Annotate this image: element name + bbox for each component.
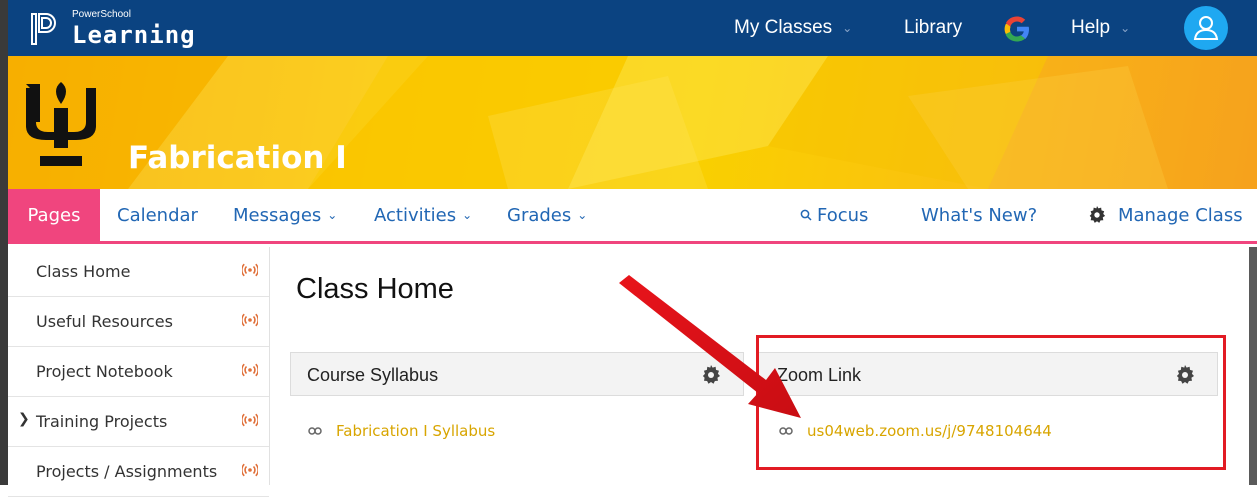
sidebar-item-class-home[interactable]: Class Home — [8, 247, 269, 297]
whats-new-link[interactable]: What's New? — [921, 189, 1037, 241]
brand-small-text: PowerSchool — [72, 9, 131, 20]
chain-link-icon — [308, 427, 322, 435]
google-icon[interactable] — [1002, 14, 1032, 44]
focus-button[interactable]: Focus — [800, 189, 868, 241]
window-edge — [0, 0, 8, 485]
tab-messages-label: Messages — [233, 204, 322, 226]
class-title: Fabrication I — [128, 140, 347, 176]
rss-icon[interactable] — [242, 262, 258, 278]
sidebar-item-project-notebook[interactable]: Project Notebook — [8, 347, 269, 397]
gear-icon — [1089, 206, 1106, 223]
rss-icon[interactable] — [242, 362, 258, 378]
tab-activities[interactable]: Activities ⌄ — [374, 189, 472, 241]
page-title: Class Home — [296, 273, 454, 305]
nav-my-classes[interactable]: My Classes ⌄ — [734, 0, 852, 56]
rss-icon[interactable] — [242, 462, 258, 478]
nav-my-classes-label: My Classes — [734, 17, 833, 38]
tab-activities-label: Activities — [374, 204, 457, 226]
sidebar-item-label: Class Home — [36, 262, 131, 281]
chevron-down-icon: ⌄ — [842, 21, 853, 35]
manage-class-label: Manage Class — [1118, 204, 1243, 226]
tab-pages-label: Pages — [27, 204, 81, 226]
chevron-down-icon: ⌄ — [462, 208, 473, 222]
focus-label: Focus — [817, 204, 869, 226]
sidebar-item-projects-assignments[interactable]: Projects / Assignments — [8, 447, 269, 497]
tab-pages[interactable]: Pages — [8, 189, 100, 241]
pages-sidebar: Class Home Useful Resources Project Note… — [8, 247, 270, 497]
sidebar-item-label: Training Projects — [36, 412, 168, 431]
search-icon — [800, 209, 812, 221]
tab-calendar[interactable]: Calendar — [117, 189, 198, 241]
rss-icon[interactable] — [242, 312, 258, 328]
sidebar-item-label: Project Notebook — [36, 362, 173, 381]
syllabus-link[interactable]: Fabrication I Syllabus — [308, 422, 495, 440]
powerschool-logo-icon — [31, 12, 56, 45]
manage-class-button[interactable]: Manage Class — [1088, 189, 1243, 241]
tab-grades-label: Grades — [507, 204, 572, 226]
whats-new-label: What's New? — [921, 204, 1038, 226]
scrollbar[interactable] — [1249, 247, 1257, 485]
tab-calendar-label: Calendar — [117, 204, 198, 226]
sidebar-item-label: Useful Resources — [36, 312, 173, 331]
brand-name: Learning — [72, 21, 196, 49]
school-logo-icon — [26, 82, 96, 166]
chevron-down-icon: ⌄ — [577, 208, 588, 222]
sidebar-item-useful-resources[interactable]: Useful Resources — [8, 297, 269, 347]
class-navigation: Pages Calendar Messages ⌄ Activities ⌄ G… — [8, 189, 1257, 244]
chevron-down-icon: ⌄ — [1120, 21, 1131, 35]
nav-help-label: Help — [1071, 17, 1111, 38]
syllabus-link-text: Fabrication I Syllabus — [336, 422, 496, 440]
sidebar-item-training-projects[interactable]: ❯ Training Projects — [8, 397, 269, 447]
top-navigation-bar: PowerSchool Learning My Classes ⌄ Librar… — [8, 0, 1257, 56]
nav-library-label: Library — [904, 17, 963, 38]
chevron-right-icon[interactable]: ❯ — [18, 411, 30, 427]
panel-title: Course Syllabus — [307, 365, 439, 385]
nav-help[interactable]: Help ⌄ — [1071, 0, 1130, 56]
tab-messages[interactable]: Messages ⌄ — [233, 189, 337, 241]
tab-grades[interactable]: Grades ⌄ — [507, 189, 587, 241]
panel-course-syllabus-header: Course Syllabus — [290, 352, 744, 396]
brand[interactable]: PowerSchool Learning — [30, 10, 196, 47]
sidebar-item-label: Projects / Assignments — [36, 462, 218, 481]
class-banner: Fabrication I — [8, 56, 1257, 189]
user-icon — [1193, 16, 1219, 40]
chevron-down-icon: ⌄ — [327, 208, 338, 222]
user-avatar[interactable] — [1184, 6, 1228, 50]
rss-icon[interactable] — [242, 412, 258, 428]
annotation-highlight-box — [756, 335, 1226, 470]
gear-icon[interactable] — [701, 365, 721, 385]
nav-library[interactable]: Library — [904, 0, 962, 56]
